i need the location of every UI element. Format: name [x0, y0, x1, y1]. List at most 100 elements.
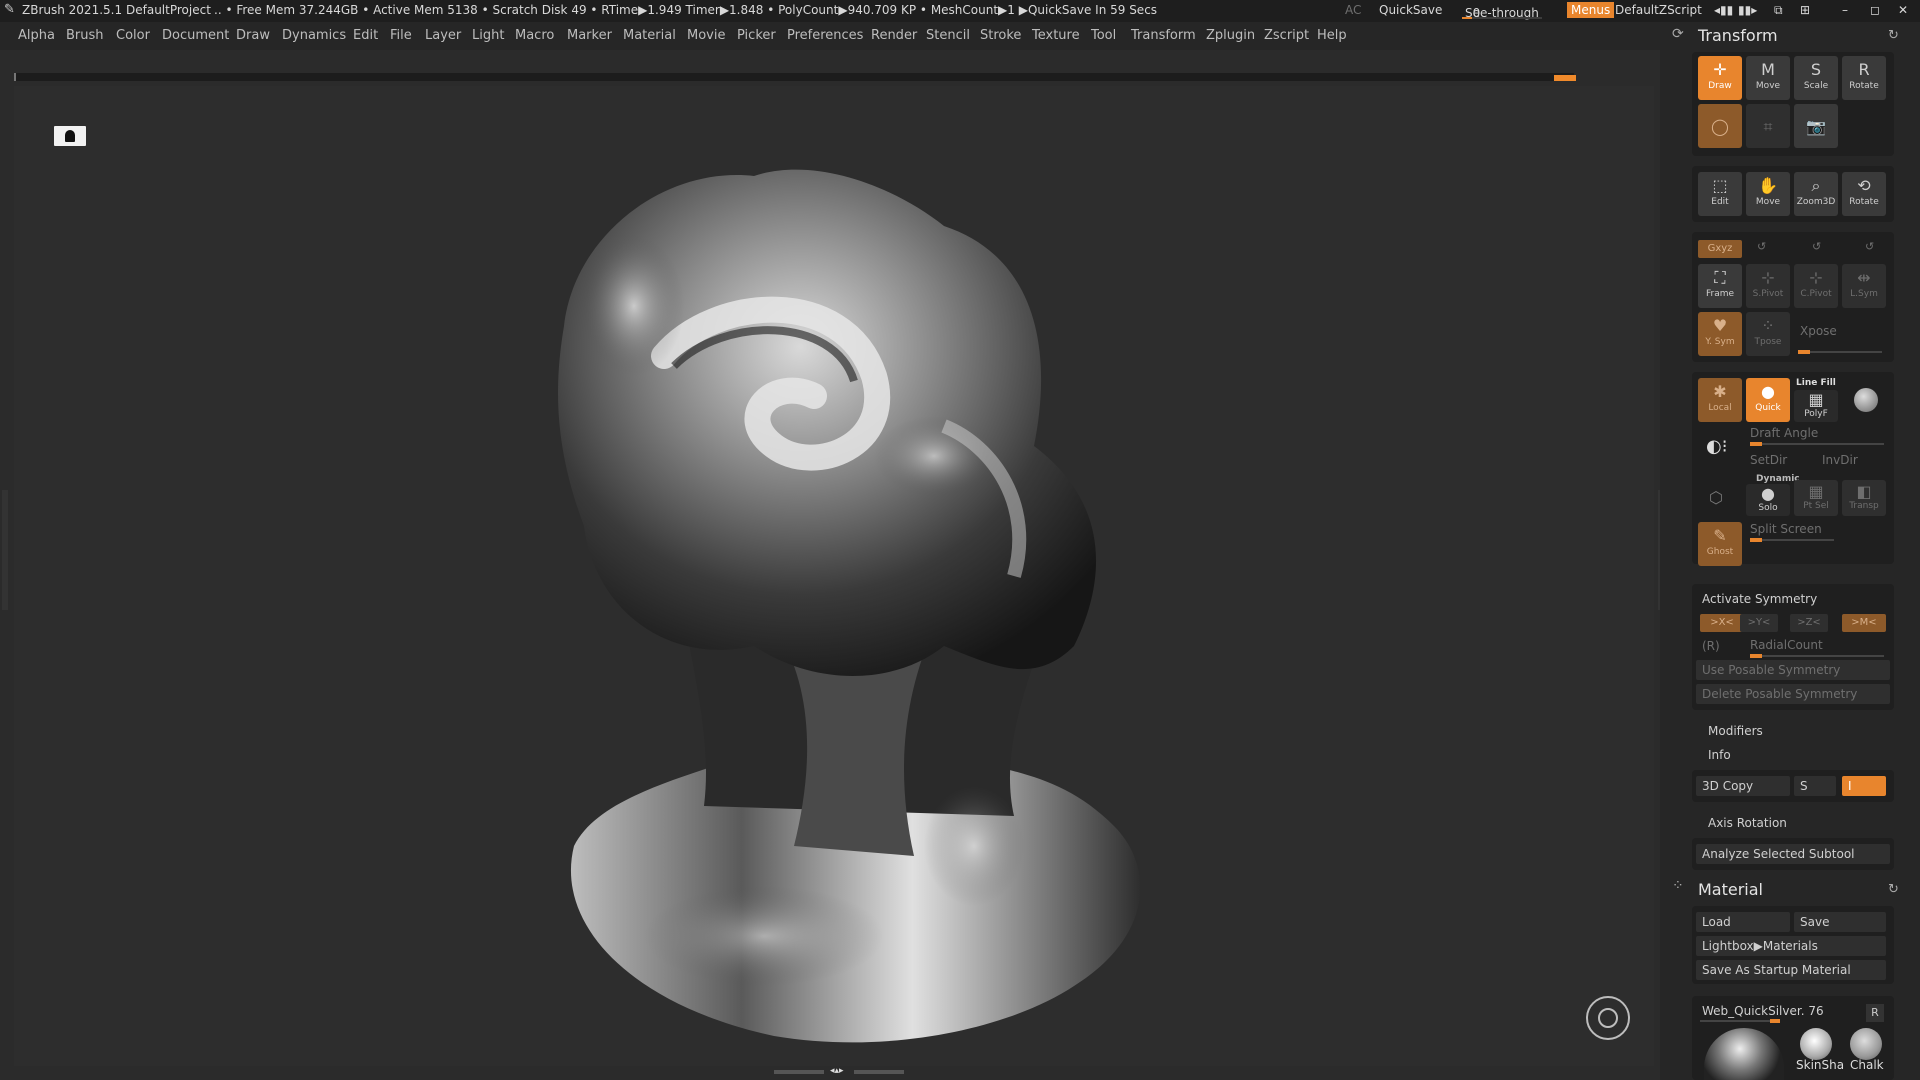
scale-button[interactable]: S Scale — [1794, 56, 1838, 100]
radialcount-label[interactable]: RadialCount — [1750, 638, 1823, 652]
menu-help[interactable]: Help — [1317, 28, 1347, 43]
draft-contrast-icon[interactable]: ◐⁝ — [1706, 436, 1727, 457]
modifiers-section[interactable]: Modifiers — [1708, 724, 1763, 738]
menus-toggle[interactable]: Menus — [1567, 2, 1615, 18]
layout-right-icon[interactable]: ▮▮▸ — [1738, 3, 1757, 17]
ptsel-button[interactable]: ▦ Pt Sel — [1794, 480, 1838, 516]
quick-button[interactable]: ● Quick — [1746, 378, 1790, 422]
symmetry-m-button[interactable]: >M< — [1842, 614, 1886, 632]
cpivot-button[interactable]: ⊹ C.Pivot — [1794, 264, 1838, 308]
menu-dynamics[interactable]: Dynamics — [282, 28, 346, 43]
skinshade-material-thumb[interactable] — [1800, 1028, 1832, 1060]
material-save-button[interactable]: Save — [1794, 912, 1886, 932]
analyze-subtool-button[interactable]: Analyze Selected Subtool — [1696, 844, 1890, 864]
ac-indicator[interactable]: AC — [1345, 3, 1361, 17]
rotate-z-icon[interactable]: ↺ — [1865, 240, 1874, 253]
local-button[interactable]: ✱ Local — [1698, 378, 1742, 422]
maximize-icon[interactable]: ◻ — [1870, 3, 1880, 17]
material-reset-icon[interactable]: ↻ — [1888, 882, 1899, 897]
material-slider[interactable] — [1700, 1019, 1780, 1023]
info-section[interactable]: Info — [1708, 748, 1731, 762]
material-r-button[interactable]: R — [1866, 1004, 1884, 1022]
menu-alpha[interactable]: Alpha — [18, 28, 55, 43]
menu-macro[interactable]: Macro — [515, 28, 554, 43]
menu-document[interactable]: Document — [162, 28, 229, 43]
menu-marker[interactable]: Marker — [567, 28, 612, 43]
menu-edit[interactable]: Edit — [353, 28, 378, 43]
move-button[interactable]: M Move — [1746, 56, 1790, 100]
rotate-view-button[interactable]: ⟲ Rotate — [1842, 172, 1886, 216]
lsym-button[interactable]: ⇹ L.Sym — [1842, 264, 1886, 308]
tpose-button[interactable]: ⁘ Tpose — [1746, 312, 1790, 356]
save-startup-material-button[interactable]: Save As Startup Material — [1696, 960, 1886, 980]
rotate-y-icon[interactable]: ↺ — [1812, 240, 1821, 253]
copy-window-icon[interactable]: ⧉ — [1774, 3, 1783, 18]
menu-light[interactable]: Light — [472, 28, 504, 43]
copy3d-s-button[interactable]: S — [1794, 776, 1836, 796]
menu-zplugin[interactable]: Zplugin — [1206, 28, 1255, 43]
menu-preferences[interactable]: Preferences — [787, 28, 863, 43]
menu-draw[interactable]: Draw — [236, 28, 270, 43]
spivot-button[interactable]: ⊹ S.Pivot — [1746, 264, 1790, 308]
draw-button[interactable]: ✛ Draw — [1698, 56, 1742, 100]
menu-tool[interactable]: Tool — [1091, 28, 1116, 43]
close-icon[interactable]: ✕ — [1898, 3, 1908, 17]
gizmo-toggle-button[interactable]: ◯ — [1698, 104, 1742, 148]
transform-reset-icon[interactable]: ↻ — [1888, 28, 1899, 43]
layout-left-icon[interactable]: ◂▮▮ — [1714, 3, 1733, 17]
move-view-button[interactable]: ✋ Move — [1746, 172, 1790, 216]
material-panel-icon[interactable]: ⁘ — [1672, 878, 1684, 894]
activate-symmetry-button[interactable]: Activate Symmetry — [1702, 592, 1817, 606]
axis-rotation-section[interactable]: Axis Rotation — [1708, 816, 1787, 830]
draft-angle-label[interactable]: Draft Angle — [1750, 426, 1818, 440]
delete-posable-symmetry-button[interactable]: Delete Posable Symmetry — [1696, 684, 1890, 704]
bottom-tray-handle[interactable]: ◂▴▸ — [774, 1066, 904, 1076]
menu-brush[interactable]: Brush — [66, 28, 104, 43]
timeline-thumb[interactable] — [1554, 75, 1576, 81]
split-screen-label[interactable]: Split Screen — [1750, 522, 1822, 536]
transp-button[interactable]: ◧ Transp — [1842, 480, 1886, 516]
edit-button[interactable]: ⬚ Edit — [1698, 172, 1742, 216]
menu-stroke[interactable]: Stroke — [980, 28, 1021, 43]
radialcount-slider[interactable] — [1750, 654, 1884, 658]
setdir-button[interactable]: SetDir — [1750, 453, 1787, 467]
timeline-ruler[interactable] — [14, 73, 1576, 81]
edit-mode-button[interactable]: ⌗ — [1746, 104, 1790, 148]
sculpted-mesh[interactable] — [514, 126, 1194, 1046]
see-through-slider[interactable]: See-through 0 — [1465, 3, 1539, 20]
snapshot-button[interactable]: 📷 — [1794, 104, 1838, 148]
menu-render[interactable]: Render — [871, 28, 917, 43]
transparency-sphere-icon[interactable] — [1854, 388, 1878, 412]
menu-material[interactable]: Material — [623, 28, 676, 43]
floor-grid-icon[interactable] — [54, 126, 86, 146]
menu-file[interactable]: File — [390, 28, 412, 43]
layout-switch-icon[interactable]: ⊞ — [1800, 3, 1810, 17]
polyf-button[interactable]: ▦ PolyF — [1794, 390, 1838, 422]
menu-transform[interactable]: Transform — [1131, 28, 1196, 43]
transform-title[interactable]: Transform — [1698, 26, 1778, 45]
symmetry-y-button[interactable]: >Y< — [1740, 614, 1778, 632]
left-tray-handle[interactable] — [2, 490, 8, 610]
chalk-material-thumb[interactable] — [1850, 1028, 1882, 1060]
minimize-icon[interactable]: – — [1842, 3, 1848, 17]
project-name[interactable]: DefaultProject — [126, 3, 211, 17]
menu-stencil[interactable]: Stencil — [926, 28, 970, 43]
radial-toggle[interactable]: (R) — [1702, 639, 1720, 653]
cube-icon[interactable]: ⬡ — [1709, 488, 1723, 507]
use-posable-symmetry-button[interactable]: Use Posable Symmetry — [1696, 660, 1890, 680]
canvas-viewport[interactable]: ◂▴▸ — [14, 86, 1654, 1076]
menu-picker[interactable]: Picker — [737, 28, 776, 43]
solo-button[interactable]: ● Solo — [1746, 484, 1790, 516]
transform-panel-icon[interactable]: ⟳ — [1672, 26, 1684, 42]
default-zscript-button[interactable]: DefaultZScript — [1615, 3, 1702, 17]
menu-texture[interactable]: Texture — [1032, 28, 1080, 43]
material-load-button[interactable]: Load — [1696, 912, 1790, 932]
draft-angle-slider[interactable] — [1750, 442, 1884, 446]
quicksave-button[interactable]: QuickSave — [1379, 3, 1442, 17]
copy3d-button[interactable]: 3D Copy — [1696, 776, 1790, 796]
menu-color[interactable]: Color — [116, 28, 150, 43]
copy3d-i-button[interactable]: I — [1842, 776, 1886, 796]
menu-movie[interactable]: Movie — [687, 28, 725, 43]
material-title[interactable]: Material — [1698, 880, 1763, 899]
invdir-button[interactable]: InvDir — [1822, 453, 1858, 467]
